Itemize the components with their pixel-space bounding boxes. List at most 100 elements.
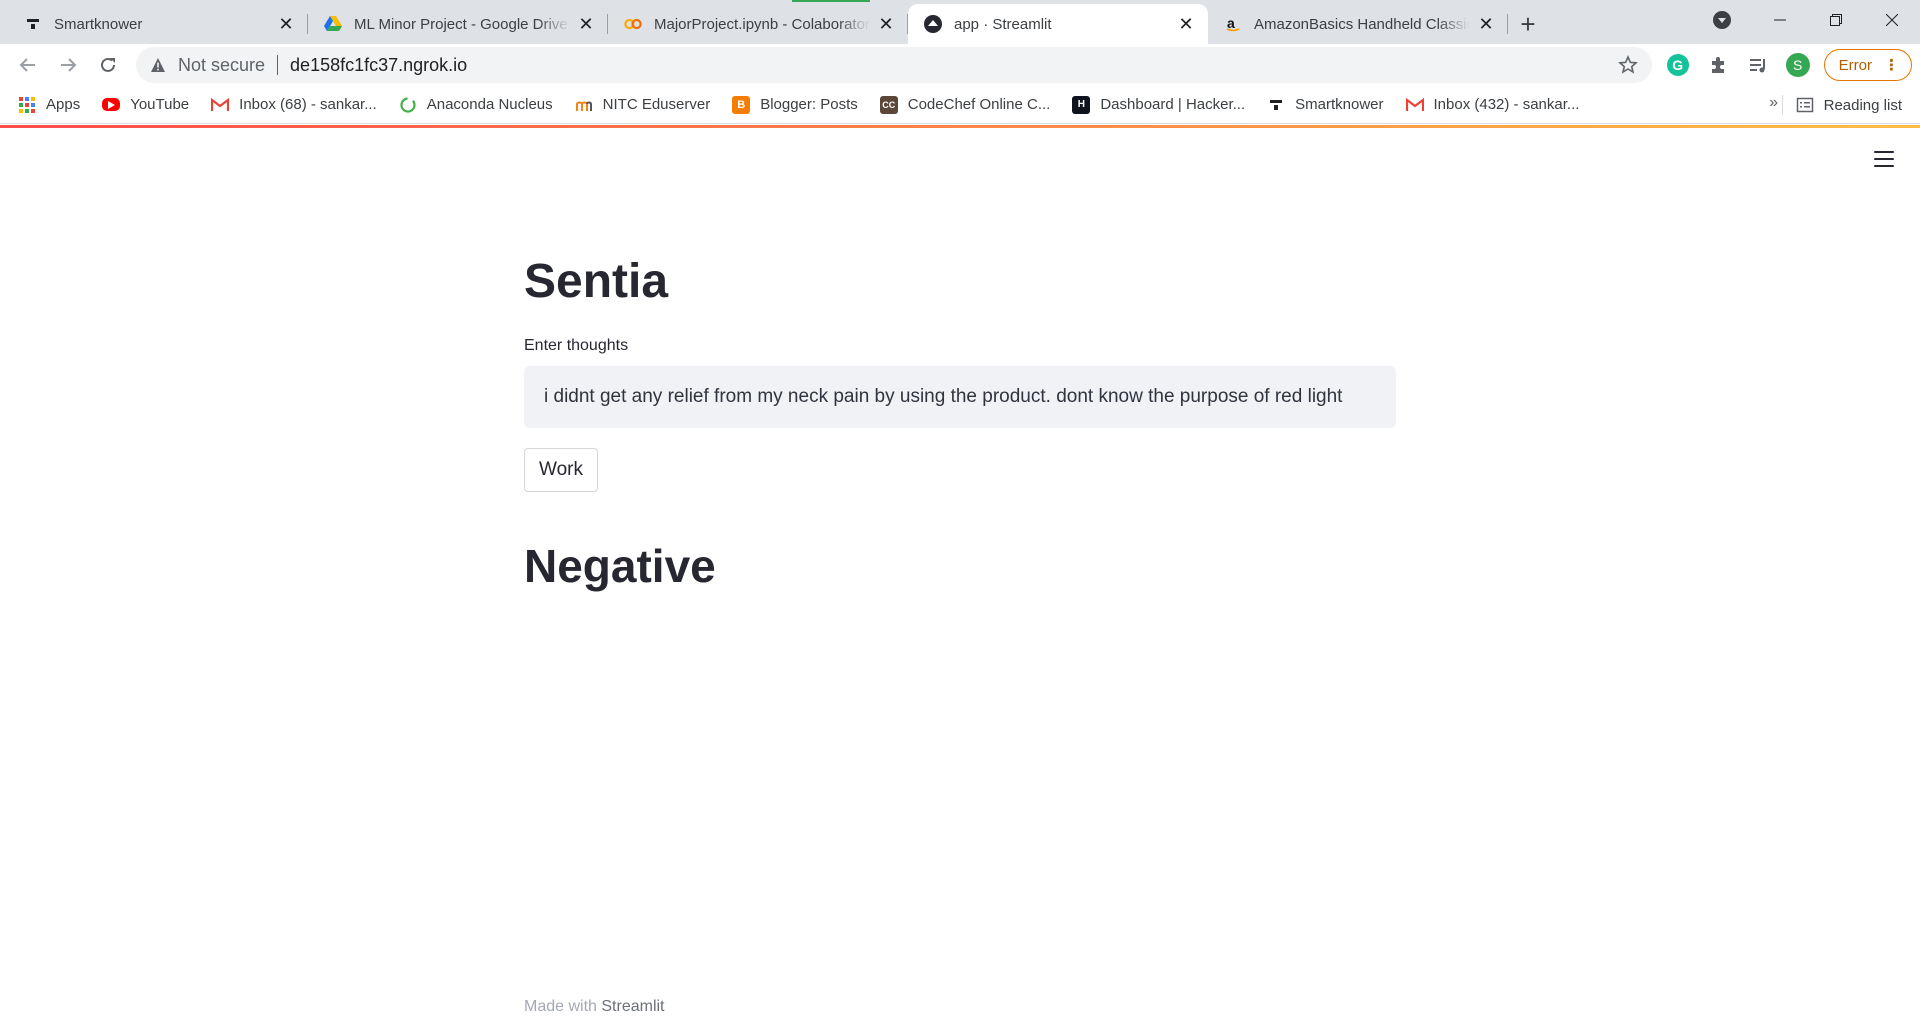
restore-button[interactable] — [1808, 0, 1864, 40]
bookmark-anaconda[interactable]: Anaconda Nucleus — [399, 96, 553, 114]
moodle-icon — [575, 96, 593, 114]
footer: Made with Streamlit — [524, 998, 665, 1016]
reading-list-label: Reading list — [1823, 96, 1902, 114]
page-title: Sentia — [524, 255, 669, 308]
bookmarks-overflow-button[interactable]: » — [1769, 94, 1778, 112]
bookmark-inbox-432[interactable]: Inbox (432) - sankar... — [1405, 96, 1580, 114]
grammarly-extension[interactable]: G — [1658, 48, 1698, 82]
new-tab-button[interactable]: + — [1508, 4, 1548, 44]
tab-google-drive[interactable]: ML Minor Project - Google Drive ✕ — [308, 4, 608, 44]
extensions-icon[interactable] — [1698, 48, 1738, 82]
blogger-icon: B — [732, 95, 751, 114]
bookmark-label: Inbox (68) - sankar... — [239, 96, 377, 113]
bookmark-label: Blogger: Posts — [760, 96, 858, 113]
avatar: S — [1785, 53, 1810, 77]
work-button[interactable]: Work — [524, 448, 598, 492]
bookmark-label: CodeChef Online C... — [907, 96, 1051, 113]
browser-toolbar: Not secure de158fc1fc37.ngrok.io G S Err… — [0, 44, 1920, 86]
forward-button[interactable] — [48, 48, 88, 82]
reading-list-button[interactable]: Reading list — [1781, 86, 1902, 124]
back-button[interactable] — [8, 48, 48, 82]
bookmark-label: Smartknower — [1295, 96, 1384, 113]
bookmarks-bar: Apps YouTube Inbox (68) - sankar... Anac… — [0, 86, 1920, 124]
tab-colab[interactable]: MajorProject.ipynb - Colaboratory ✕ — [608, 4, 908, 44]
input-label: Enter thoughts — [524, 337, 629, 354]
close-icon[interactable]: ✕ — [1176, 14, 1196, 34]
security-status[interactable]: Not secure — [178, 55, 265, 76]
smartknower-icon — [1267, 96, 1285, 114]
bookmark-label: Inbox (432) - sankar... — [1433, 96, 1580, 113]
gmail-icon — [211, 96, 230, 114]
youtube-icon — [102, 98, 121, 111]
smartknower-icon — [24, 15, 42, 33]
tab-title: AmazonBasics Handheld Classic Massager — [1254, 15, 1470, 33]
codechef-icon: CC — [879, 95, 898, 114]
hamburger-menu-icon[interactable] — [1874, 151, 1894, 167]
tab-title: MajorProject.ipynb - Colaboratory — [654, 15, 870, 33]
google-drive-icon — [324, 15, 342, 33]
hackerrank-icon: H — [1072, 95, 1091, 114]
reload-button[interactable] — [88, 48, 128, 82]
bookmark-label: Anaconda Nucleus — [426, 96, 553, 113]
tab-amazon[interactable]: a AmazonBasics Handheld Classic Massager… — [1208, 4, 1508, 44]
bookmark-label: NITC Eduserver — [602, 96, 711, 113]
app-viewport: Sentia Enter thoughts Work Negative Made… — [0, 125, 1920, 1030]
thoughts-input[interactable] — [524, 366, 1396, 428]
streamlit-icon — [924, 15, 942, 33]
tab-smartknower[interactable]: Smartknower ✕ — [8, 4, 308, 44]
star-icon[interactable] — [1618, 55, 1638, 75]
toolbar-actions: G S Error ⋮ — [1658, 48, 1912, 82]
gmail-icon — [1405, 96, 1424, 114]
bookmark-label: YouTube — [130, 96, 190, 113]
close-window-button[interactable] — [1864, 0, 1920, 40]
tab-title: ML Minor Project - Google Drive — [354, 15, 568, 33]
reading-list-icon — [1796, 96, 1814, 114]
close-icon[interactable]: ✕ — [876, 14, 896, 34]
apps-grid-icon — [18, 96, 36, 114]
menu-line — [1874, 165, 1894, 167]
address-divider — [277, 55, 279, 75]
bookmark-apps[interactable]: Apps — [18, 96, 80, 114]
minimize-button[interactable] — [1752, 0, 1808, 40]
tab-streamlit[interactable]: app · Streamlit ✕ — [908, 4, 1208, 44]
menu-line — [1874, 151, 1894, 153]
url-text[interactable]: de158fc1fc37.ngrok.io — [290, 55, 1618, 76]
tab-separator — [1507, 14, 1508, 34]
error-label: Error — [1838, 56, 1872, 74]
close-icon[interactable]: ✕ — [276, 14, 296, 34]
reading-list-divider — [1781, 95, 1783, 115]
close-icon[interactable]: ✕ — [1476, 14, 1496, 34]
bookmark-nitc-eduserver[interactable]: NITC Eduserver — [575, 96, 711, 114]
footer-prefix: Made with — [524, 998, 597, 1015]
bookmark-codechef[interactable]: CC CodeChef Online C... — [879, 95, 1051, 114]
close-icon[interactable]: ✕ — [576, 14, 596, 34]
more-menu-icon: ⋮ — [1884, 57, 1899, 74]
tab-title: Smartknower — [54, 15, 143, 33]
bookmark-label: Dashboard | Hacker... — [1100, 96, 1246, 113]
tab-list: Smartknower ✕ ML Minor Project - Google … — [0, 4, 1548, 44]
window-controls — [1713, 0, 1920, 40]
error-button[interactable]: Error ⋮ — [1823, 49, 1912, 81]
header-decoration — [0, 125, 1920, 128]
bookmark-smartknower[interactable]: Smartknower — [1267, 96, 1384, 114]
amazon-icon: a — [1224, 15, 1242, 33]
colab-icon — [624, 15, 642, 33]
tab-title: app · Streamlit — [954, 15, 1052, 33]
bookmark-hackerrank[interactable]: H Dashboard | Hacker... — [1072, 95, 1246, 114]
warning-icon[interactable] — [150, 57, 166, 73]
grammarly-icon: G — [1666, 54, 1689, 76]
tab-search-icon[interactable] — [1712, 10, 1732, 30]
bookmark-blogger[interactable]: B Blogger: Posts — [732, 95, 858, 114]
media-control-icon[interactable] — [1738, 48, 1778, 82]
bookmark-label: Apps — [46, 96, 81, 113]
anaconda-icon — [399, 96, 417, 114]
streamlit-link[interactable]: Streamlit — [601, 998, 664, 1015]
profile-button[interactable]: S — [1778, 48, 1818, 82]
bookmark-inbox-68[interactable]: Inbox (68) - sankar... — [211, 96, 377, 114]
tab-strip: Smartknower ✕ ML Minor Project - Google … — [0, 0, 1920, 44]
sentiment-result: Negative — [524, 540, 716, 592]
tab-loading-indicator — [792, 0, 870, 2]
address-bar[interactable]: Not secure de158fc1fc37.ngrok.io — [136, 47, 1652, 83]
bookmark-youtube[interactable]: YouTube — [102, 96, 189, 113]
menu-line — [1874, 158, 1894, 160]
